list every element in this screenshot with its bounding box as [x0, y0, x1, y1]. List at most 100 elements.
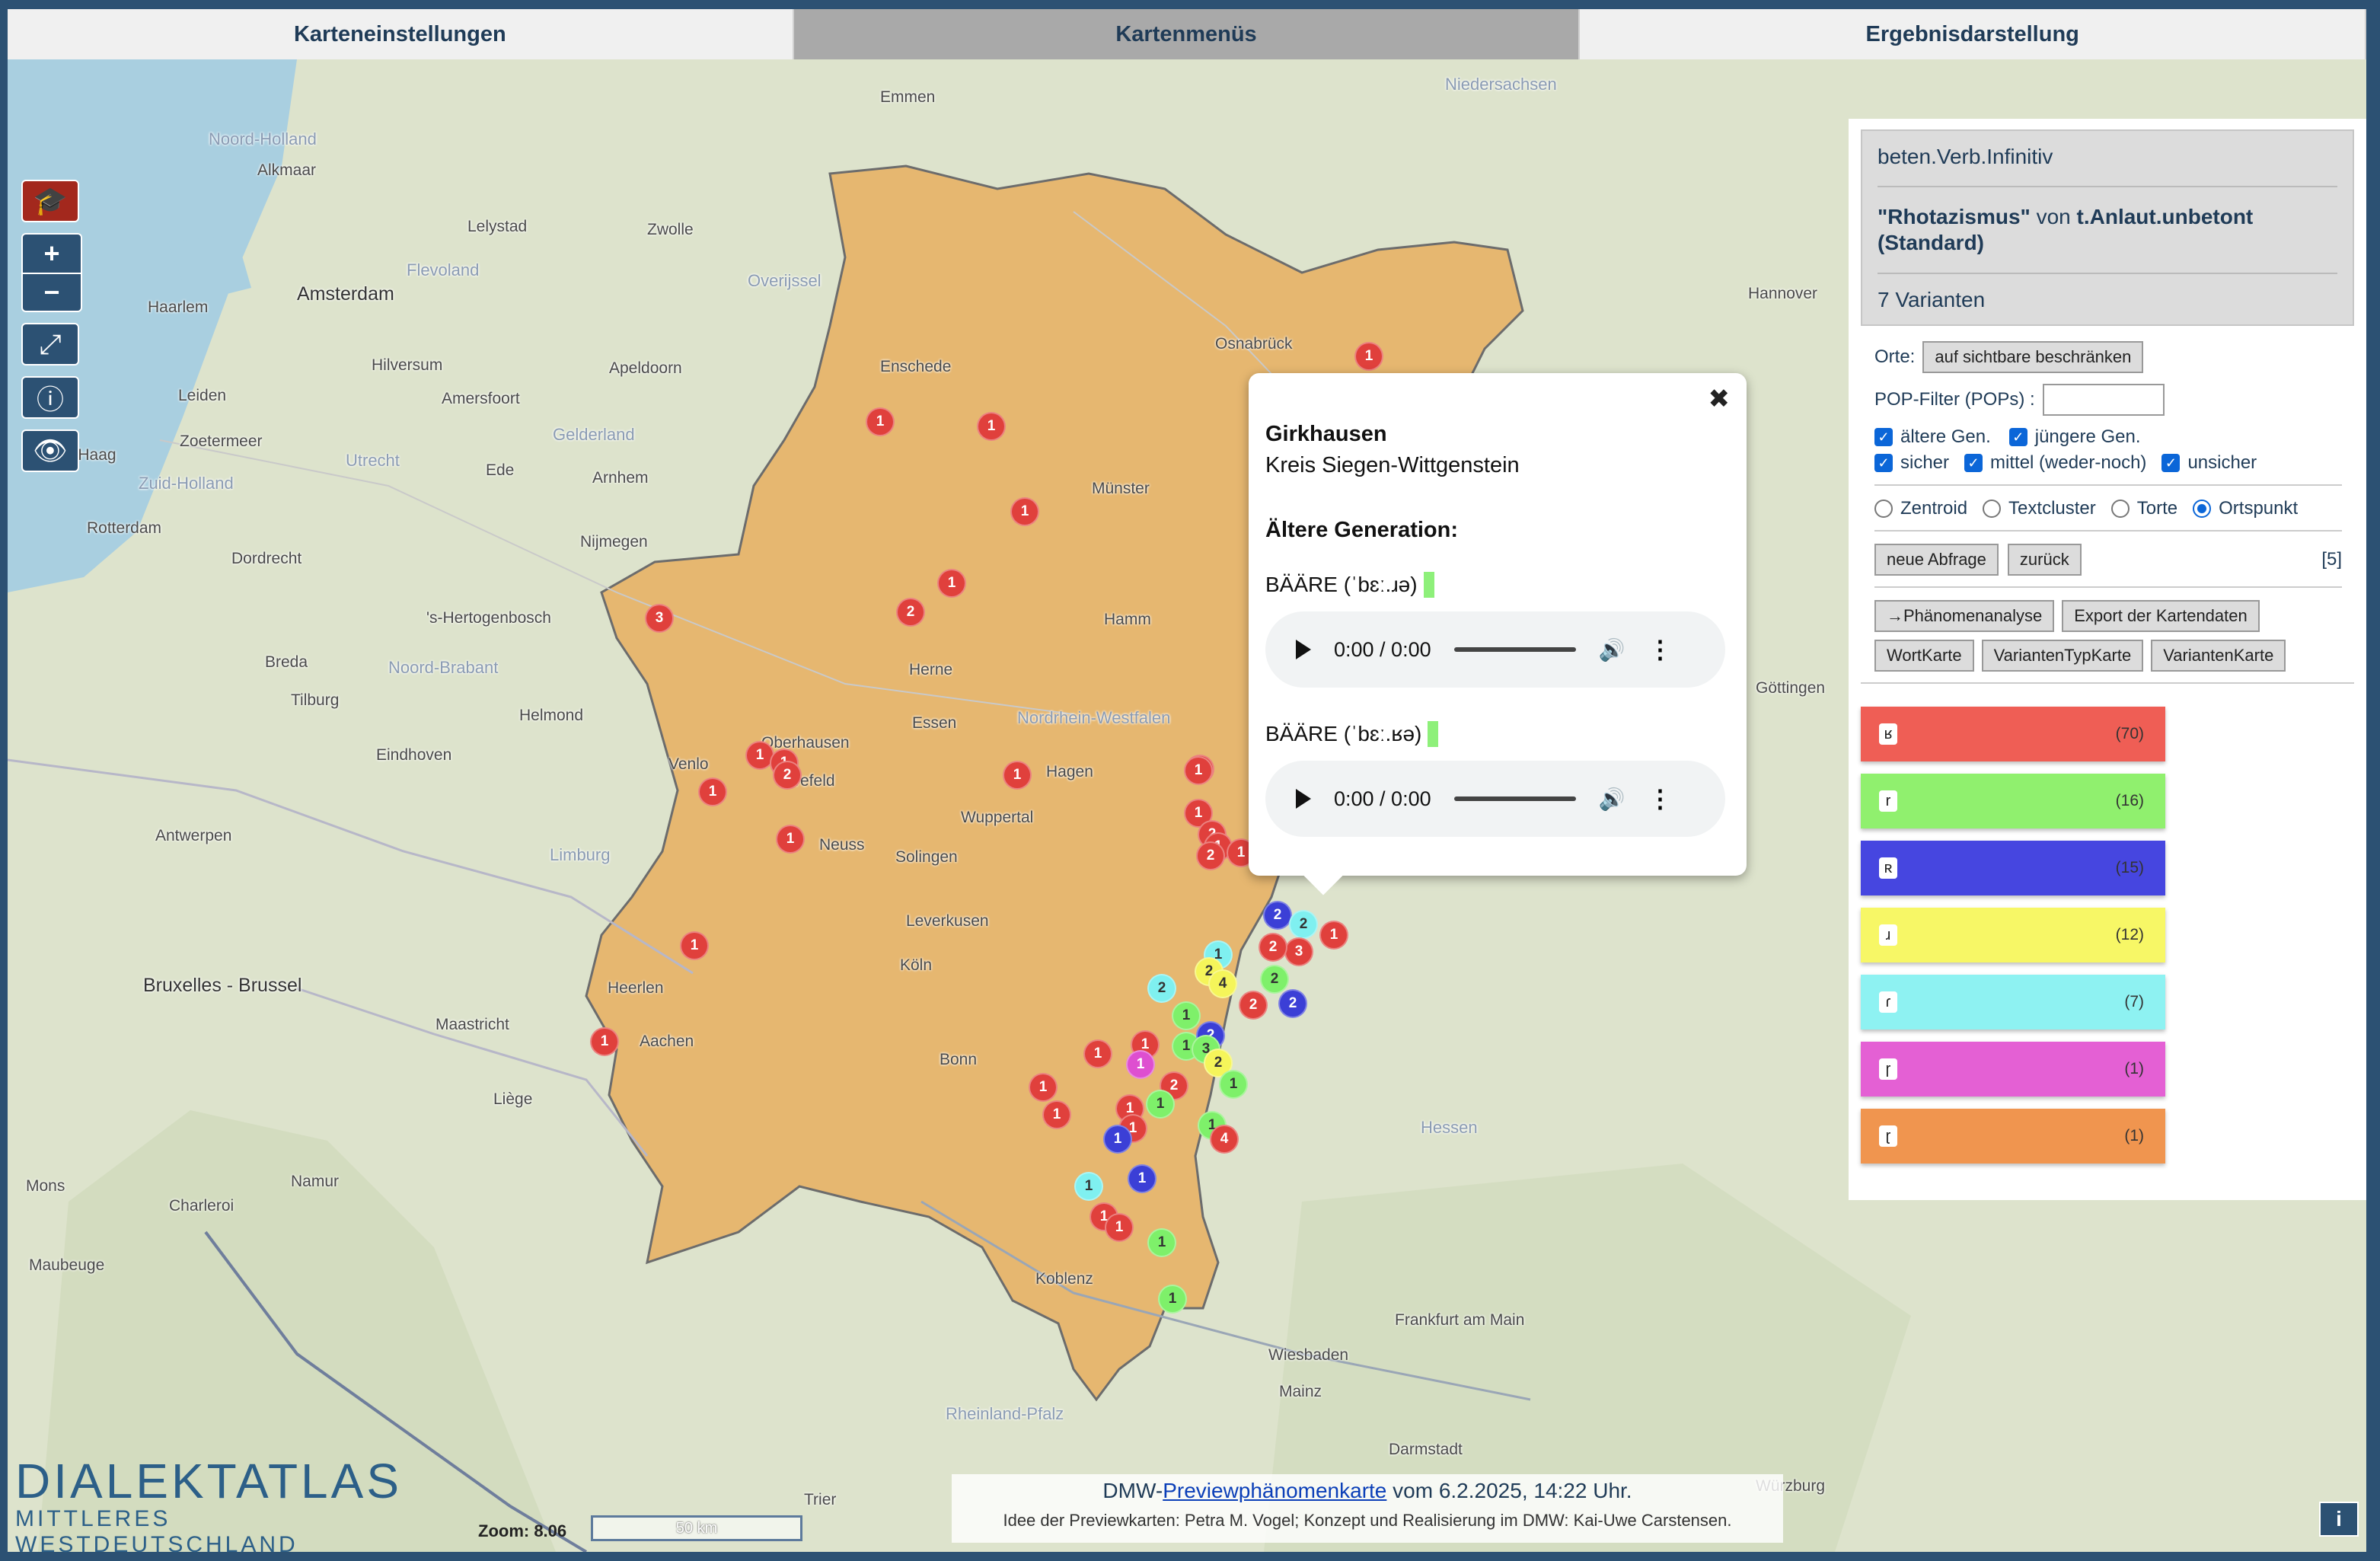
info-icon[interactable]: ⓘ — [21, 376, 79, 419]
play-icon[interactable] — [1296, 640, 1311, 659]
legend-item[interactable]: ʁ (70) — [1861, 707, 2165, 761]
audio-player-1[interactable]: 0:00 / 0:00 🔊 ⋮ — [1265, 611, 1725, 688]
phenomenon-analysis-button[interactable]: →Phänomenanalyse — [1874, 600, 2055, 632]
location-marker[interactable]: 1 — [590, 1027, 619, 1056]
export-button[interactable]: Export der Kartendaten — [2062, 600, 2260, 632]
textcluster-radio[interactable] — [1983, 500, 2002, 518]
location-marker[interactable]: 2 — [1278, 989, 1307, 1018]
volume-icon[interactable]: 🔊 — [1599, 787, 1625, 812]
location-marker[interactable]: 2 — [1289, 910, 1318, 939]
location-marker[interactable]: 4 — [1208, 969, 1237, 998]
more-icon[interactable]: ⋮ — [1648, 784, 1672, 813]
maptype-row: WortKarte VariantenTypKarte VariantenKar… — [1874, 640, 2342, 672]
popup-district: Kreis Siegen-Wittgenstein — [1265, 453, 1520, 477]
city-label: Nordrhein-Westfalen — [1017, 708, 1171, 727]
location-marker[interactable]: 1 — [1219, 1070, 1248, 1099]
location-marker[interactable]: 3 — [645, 604, 674, 633]
pop-filter-input[interactable] — [2042, 384, 2165, 416]
location-marker[interactable]: 1 — [1319, 921, 1348, 950]
city-label: Apeldoorn — [609, 359, 682, 377]
legend-item[interactable]: ɽ (1) — [1861, 1109, 2165, 1164]
new-query-button[interactable]: neue Abfrage — [1874, 544, 1999, 576]
variantenkarte-button[interactable]: VariantenKarte — [2151, 640, 2286, 672]
preview-map-link[interactable]: Previewphänomenkarte — [1163, 1479, 1386, 1502]
legend-item[interactable]: ɼ (1) — [1861, 1042, 2165, 1097]
more-icon[interactable]: ⋮ — [1648, 635, 1672, 664]
volume-icon[interactable]: 🔊 — [1599, 637, 1625, 662]
logo-title: DIALEKTATLAS — [15, 1454, 402, 1508]
legend-item[interactable]: ʀ (15) — [1861, 841, 2165, 895]
audio-seek-1[interactable] — [1453, 647, 1576, 652]
mittel-checkbox[interactable]: ✓ — [1964, 454, 1983, 472]
city-label: Venlo — [668, 755, 709, 773]
location-marker[interactable]: 1 — [1172, 1001, 1201, 1030]
tab-kartenmenues[interactable]: Kartenmenüs — [793, 9, 1581, 59]
tab-bar: Karteneinstellungen Kartenmenüs Ergebnis… — [8, 9, 2367, 59]
location-marker[interactable]: 1 — [1146, 1090, 1175, 1119]
phenomenon-von: von — [2036, 205, 2071, 228]
restrict-visible-button[interactable]: auf sichtbare beschränken — [1922, 341, 2144, 373]
variantentypkarte-button[interactable]: VariantenTypKarte — [1981, 640, 2144, 672]
location-marker[interactable]: 2 — [1260, 965, 1289, 994]
tab-ergebnisdarstellung[interactable]: Ergebnisdarstellung — [1580, 9, 2367, 59]
play-icon[interactable] — [1296, 789, 1311, 809]
older-gen-checkbox[interactable]: ✓ — [1874, 428, 1893, 446]
location-marker[interactable]: 1 — [1029, 1073, 1058, 1102]
younger-gen-checkbox[interactable]: ✓ — [2008, 428, 2027, 446]
location-marker[interactable]: 1 — [1158, 1285, 1187, 1314]
location-marker[interactable]: 2 — [1147, 974, 1176, 1003]
location-marker[interactable]: 1 — [1105, 1213, 1134, 1242]
location-marker[interactable]: 1 — [1042, 1100, 1071, 1129]
legend-item[interactable]: ɹ (12) — [1861, 908, 2165, 962]
location-marker[interactable]: 2 — [1259, 933, 1287, 962]
location-marker[interactable]: 2 — [896, 598, 925, 627]
location-marker[interactable]: 1 — [1003, 761, 1032, 790]
location-marker[interactable]: 1 — [1184, 756, 1213, 785]
location-marker[interactable]: 1 — [680, 931, 709, 960]
fullscreen-icon[interactable]: ⤢ — [21, 323, 79, 366]
location-marker[interactable]: 1 — [1147, 1228, 1176, 1257]
location-marker[interactable]: 4 — [1210, 1125, 1239, 1154]
back-button[interactable]: zurück — [2007, 544, 2082, 576]
city-label: Enschede — [880, 358, 952, 375]
location-marker[interactable]: 2 — [1196, 841, 1225, 870]
zoom-in-button[interactable]: + — [23, 235, 81, 273]
legend-item[interactable]: ɾ (7) — [1861, 975, 2165, 1029]
location-marker[interactable]: 1 — [1103, 1125, 1132, 1154]
zentroid-radio[interactable] — [1874, 500, 1893, 518]
location-marker[interactable]: 2 — [773, 761, 802, 790]
mortarboard-icon[interactable]: 🎓 — [21, 180, 79, 222]
audio-seek-2[interactable] — [1453, 796, 1576, 801]
info-icon[interactable]: i — [2319, 1502, 2359, 1537]
ortspunkt-radio[interactable] — [2193, 500, 2212, 518]
location-marker[interactable]: 1 — [1074, 1172, 1103, 1201]
location-marker[interactable]: 1 — [776, 825, 805, 854]
close-icon[interactable]: ✖ — [1708, 384, 1731, 414]
location-marker[interactable]: 1 — [866, 407, 895, 436]
map-controls: 🎓 + − ⤢ ⓘ 👁 — [21, 180, 82, 483]
location-marker[interactable]: 1 — [1354, 342, 1383, 371]
legend-item[interactable]: r (16) — [1861, 774, 2165, 828]
city-label: Neuss — [819, 836, 865, 854]
zoom-out-button[interactable]: − — [23, 273, 81, 311]
tab-karteneinstellungen[interactable]: Karteneinstellungen — [8, 9, 794, 59]
location-marker[interactable]: 2 — [1263, 901, 1292, 930]
city-label: Eindhoven — [376, 746, 452, 764]
torte-radio[interactable] — [2110, 500, 2130, 518]
wortkarte-button[interactable]: WortKarte — [1874, 640, 1974, 672]
location-marker[interactable]: 3 — [1284, 937, 1313, 966]
location-marker[interactable]: 1 — [1128, 1164, 1157, 1193]
location-marker[interactable]: 1 — [1083, 1039, 1112, 1068]
legend-count: (70) — [2115, 725, 2144, 742]
audio-player-2[interactable]: 0:00 / 0:00 🔊 ⋮ — [1265, 761, 1725, 837]
location-marker[interactable]: 1 — [698, 777, 727, 806]
divider — [1874, 530, 2342, 532]
eye-icon[interactable]: 👁 — [21, 429, 79, 472]
location-marker[interactable]: 1 — [1126, 1050, 1155, 1079]
unsicher-checkbox[interactable]: ✓ — [2161, 454, 2181, 472]
location-marker[interactable]: 1 — [1010, 497, 1039, 526]
location-marker[interactable]: 1 — [937, 569, 966, 598]
location-marker[interactable]: 2 — [1239, 991, 1268, 1020]
location-marker[interactable]: 1 — [977, 412, 1006, 441]
sicher-checkbox[interactable]: ✓ — [1874, 454, 1893, 472]
